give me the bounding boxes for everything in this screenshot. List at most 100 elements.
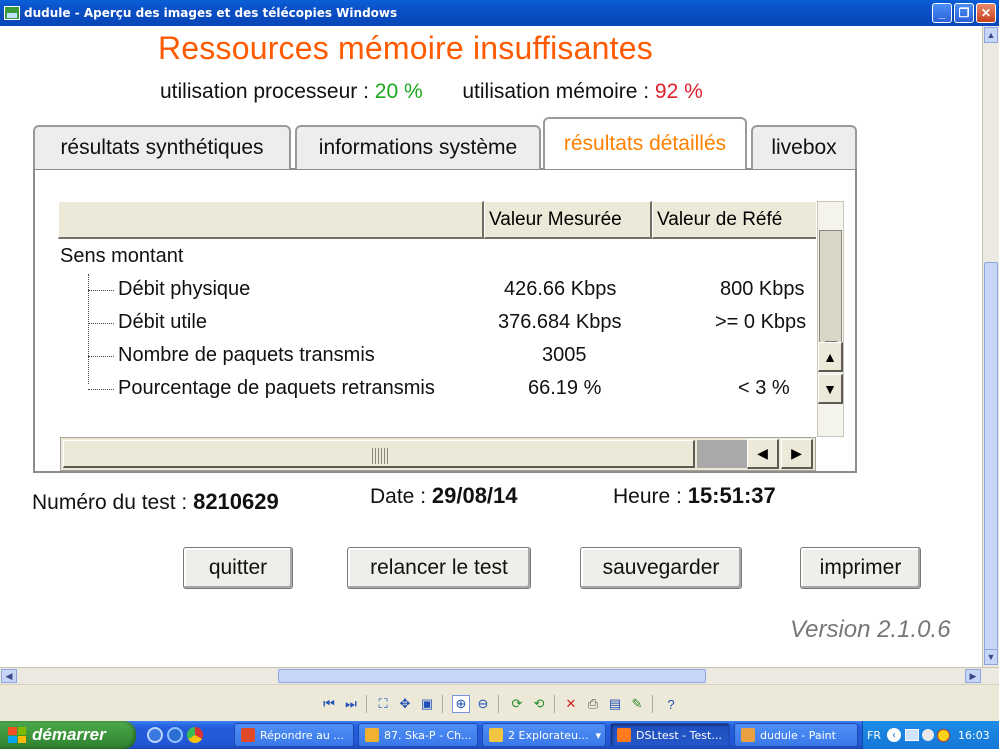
tab-detailed-results[interactable]: résultats détaillés xyxy=(543,117,747,169)
test-time: Heure : 15:51:37 xyxy=(613,483,776,509)
help-icon[interactable]: ? xyxy=(662,695,680,713)
grid-header-measured[interactable]: Valeur Mesurée xyxy=(484,201,652,239)
toolbar-separator xyxy=(498,695,499,713)
start-label: démarrer xyxy=(32,725,106,744)
folder-icon xyxy=(489,728,503,742)
taskbar-item-label: 2 Explorateu... xyxy=(508,728,589,742)
toolbar-separator xyxy=(554,695,555,713)
viewer-scroll-left-button[interactable]: ◀ xyxy=(1,669,17,683)
delete-icon[interactable]: ✕ xyxy=(562,695,580,713)
grid-vertical-scrollbar[interactable]: ▲ ▼ xyxy=(817,201,844,437)
arrow-down-icon: ▼ xyxy=(986,652,996,662)
image-viewer-icon xyxy=(4,6,20,20)
grip-icon xyxy=(372,448,390,464)
media-player-icon xyxy=(365,728,379,742)
time-value: 15:51:37 xyxy=(687,483,776,508)
viewer-vscroll-thumb[interactable] xyxy=(984,262,998,654)
maximize-button[interactable]: ❐ xyxy=(954,3,974,23)
taskbar-item[interactable]: Répondre au ... xyxy=(234,723,354,747)
grid-hscroll-thumb[interactable] xyxy=(63,440,695,468)
chrome-icon[interactable] xyxy=(187,727,203,743)
scroll-up-button[interactable]: ▲ xyxy=(818,342,843,372)
save-copy-icon[interactable]: ▤ xyxy=(606,695,624,713)
row-name: Nombre de paquets transmis xyxy=(118,344,375,366)
tray-expand-icon[interactable]: ‹ xyxy=(886,728,901,742)
antivirus-icon[interactable] xyxy=(936,728,950,742)
start-button[interactable]: démarrer xyxy=(0,721,136,749)
viewer-horizontal-scrollbar[interactable]: ◀ ▶ xyxy=(0,667,999,684)
results-grid[interactable]: Valeur Mesurée Valeur de Réfé Sens monta… xyxy=(58,201,816,409)
zoom-in-icon[interactable]: ⊕ xyxy=(452,695,470,713)
taskbar-item-label: 87. Ska-P - Ch... xyxy=(384,728,472,742)
viewer-vertical-scrollbar[interactable]: ▲ ▼ xyxy=(982,26,999,667)
taskbar-item[interactable]: 87. Ska-P - Ch... xyxy=(358,723,478,747)
grid-horizontal-scrollbar[interactable]: ◀ ▶ xyxy=(60,437,816,471)
arrow-up-icon: ▲ xyxy=(986,30,996,40)
row-reference: >= 0 Kbps xyxy=(715,311,807,333)
arrow-left-icon: ◀ xyxy=(757,445,768,461)
tab-livebox[interactable]: livebox xyxy=(751,125,857,169)
clock[interactable]: 16:03 xyxy=(958,729,990,742)
minimize-button[interactable]: _ xyxy=(932,3,952,23)
chevron-down-icon: ▾ xyxy=(595,728,601,742)
zoom-out-icon[interactable]: ⊖ xyxy=(474,695,492,713)
taskbar-item-label: dudule - Paint xyxy=(760,728,836,742)
table-row[interactable]: Nombre de paquets transmis 3005 xyxy=(58,340,816,373)
memory-warning-title: Ressources mémoire insuffisantes xyxy=(158,30,653,66)
quit-button[interactable]: quitter xyxy=(183,547,293,589)
network-icon[interactable] xyxy=(904,729,919,741)
grid-hscroll-track[interactable] xyxy=(697,440,747,468)
row-name: Débit utile xyxy=(118,311,207,333)
table-row[interactable]: Pourcentage de paquets retransmis 66.19 … xyxy=(58,373,816,406)
test-number-label: Numéro du test : xyxy=(32,491,194,514)
table-row[interactable]: Débit physique 426.66 Kbps 800 Kbps xyxy=(58,274,816,307)
tree-group-row[interactable]: Sens montant xyxy=(58,241,816,274)
show-desktop-icon[interactable] xyxy=(147,727,163,743)
chrome-icon xyxy=(241,728,255,742)
viewer-scroll-up-button[interactable]: ▲ xyxy=(984,27,998,43)
rerun-test-button[interactable]: relancer le test xyxy=(347,547,531,589)
save-button[interactable]: sauvegarder xyxy=(580,547,742,589)
test-number-value: 8210629 xyxy=(193,489,279,514)
image-canvas: Ressources mémoire insuffisantes utilisa… xyxy=(0,26,982,667)
taskbar-item[interactable]: dudule - Paint xyxy=(734,723,858,747)
grid-header-name[interactable] xyxy=(58,201,484,239)
print-button[interactable]: imprimer xyxy=(800,547,921,589)
window-title-bar[interactable]: dudule - Aperçu des images et des téléco… xyxy=(0,0,999,26)
toolbar-separator xyxy=(652,695,653,713)
best-fit-icon[interactable]: ⛶ xyxy=(374,695,392,713)
grid-header-reference[interactable]: Valeur de Réfé xyxy=(652,201,816,239)
slideshow-icon[interactable]: ▣ xyxy=(418,695,436,713)
date-value: 29/08/14 xyxy=(431,483,518,508)
row-reference: 800 Kbps xyxy=(720,278,805,300)
rotate-clockwise-icon[interactable]: ⟳ xyxy=(508,695,526,713)
rotate-counterclockwise-icon[interactable]: ⟲ xyxy=(530,695,548,713)
volume-icon[interactable] xyxy=(921,729,934,741)
scroll-down-button[interactable]: ▼ xyxy=(818,374,843,404)
arrow-up-icon: ▲ xyxy=(823,348,837,365)
scroll-left-button[interactable]: ◀ xyxy=(747,439,779,469)
cpu-label: utilisation processeur : xyxy=(160,80,375,103)
language-indicator[interactable]: FR xyxy=(867,729,881,742)
test-number: Numéro du test : 8210629 xyxy=(32,489,279,515)
close-button[interactable]: ✕ xyxy=(976,3,996,23)
row-measured: 376.684 Kbps xyxy=(498,311,622,333)
viewer-scroll-down-button[interactable]: ▼ xyxy=(984,649,998,665)
tab-system-info[interactable]: informations système xyxy=(295,125,541,169)
arrow-left-icon: ◀ xyxy=(5,670,13,681)
previous-image-icon[interactable]: ⏮ xyxy=(320,695,338,713)
edit-icon[interactable]: ✎ xyxy=(628,695,646,713)
actual-size-icon[interactable]: ✥ xyxy=(396,695,414,713)
table-row[interactable]: Débit utile 376.684 Kbps >= 0 Kbps xyxy=(58,307,816,340)
tab-summary-results[interactable]: résultats synthétiques xyxy=(33,125,291,169)
internet-explorer-icon[interactable] xyxy=(167,727,183,743)
version-label: Version 2.1.0.6 xyxy=(790,616,951,643)
taskbar-item[interactable]: 2 Explorateu... ▾ xyxy=(482,723,606,747)
viewer-scroll-right-button[interactable]: ▶ xyxy=(965,669,981,683)
viewer-hscroll-thumb[interactable] xyxy=(278,669,706,683)
taskbar-item[interactable]: DSLtest - Test... xyxy=(610,723,730,747)
row-measured: 66.19 % xyxy=(528,377,602,399)
print-icon[interactable]: ⎙ xyxy=(584,695,602,713)
scroll-right-button[interactable]: ▶ xyxy=(781,439,813,469)
next-image-icon[interactable]: ⏭ xyxy=(342,695,360,713)
